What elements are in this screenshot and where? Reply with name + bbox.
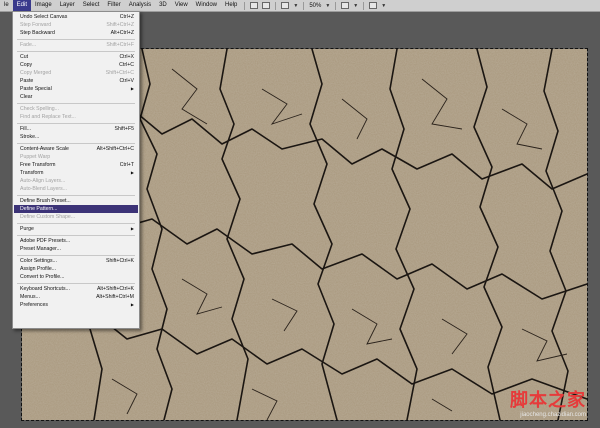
dropdown-icon[interactable]: ▼ xyxy=(323,3,332,9)
menu-separator xyxy=(17,223,135,224)
menu-item-convert-profile[interactable]: Convert to Profile... xyxy=(14,273,138,281)
menu-edit[interactable]: Edit xyxy=(12,0,32,11)
menu-item-content-aware-scale[interactable]: Content-Aware Scale Alt+Shift+Ctrl+C xyxy=(14,145,138,153)
menu-item-transform[interactable]: Transform ▶ xyxy=(14,169,138,177)
watermark-url: jiaocheng.chazidian.com xyxy=(520,412,586,418)
layout-icon[interactable] xyxy=(341,2,350,9)
menu-separator xyxy=(17,195,135,196)
screen-mode-icon[interactable] xyxy=(281,2,290,9)
menu-separator xyxy=(17,143,135,144)
menu-item-undo[interactable]: Undo Select Canvas Ctrl+Z xyxy=(14,13,138,21)
toolbar-divider xyxy=(275,1,277,10)
menu-separator xyxy=(17,235,135,236)
menu-item-check-spelling: Check Spelling... xyxy=(20,106,59,112)
menu-file[interactable]: le xyxy=(0,0,13,11)
submenu-arrow-icon: ▶ xyxy=(130,170,134,175)
menu-separator xyxy=(17,103,135,104)
menu-item-pdf-presets[interactable]: Adobe PDF Presets... xyxy=(14,237,138,245)
menu-image[interactable]: Image xyxy=(31,0,56,11)
menu-item-assign-profile[interactable]: Assign Profile... xyxy=(14,265,138,273)
menu-separator xyxy=(17,51,135,52)
menu-item-step-backward[interactable]: Step Backward Alt+Ctrl+Z xyxy=(14,29,138,37)
menu-item-preset-manager[interactable]: Preset Manager... xyxy=(14,245,138,253)
dropdown-icon[interactable]: ▼ xyxy=(291,3,300,9)
menu-item-auto-blend: Auto-Blend Layers... xyxy=(20,186,68,192)
menu-item-find-replace: Find and Replace Text... xyxy=(20,114,76,120)
menu-item-fade: Fade... Shift+Ctrl+F xyxy=(20,42,134,48)
menu-3d[interactable]: 3D xyxy=(155,0,171,11)
submenu-arrow-icon: ▶ xyxy=(130,302,134,307)
menu-select[interactable]: Select xyxy=(79,0,104,11)
menu-item-fill[interactable]: Fill... Shift+F5 xyxy=(14,125,138,133)
menu-item-define-custom-shape: Define Custom Shape... xyxy=(20,214,76,220)
dropdown-icon[interactable]: ▼ xyxy=(351,3,360,9)
menu-item-preferences[interactable]: Preferences ▶ xyxy=(14,301,138,309)
menu-item-auto-align: Auto-Align Layers... xyxy=(20,178,66,184)
menu-item-puppet-warp: Puppet Warp xyxy=(20,154,51,160)
menu-view[interactable]: View xyxy=(171,0,192,11)
dropdown-icon[interactable]: ▼ xyxy=(379,3,388,9)
layout-icon[interactable] xyxy=(262,2,271,9)
menu-item-free-transform[interactable]: Free Transform Ctrl+T xyxy=(14,161,138,169)
submenu-arrow-icon: ▶ xyxy=(130,86,134,91)
menu-window[interactable]: Window xyxy=(192,0,221,11)
watermark: 脚本之家 jiaocheng.chazidian.com xyxy=(510,386,586,418)
menu-separator xyxy=(17,123,135,124)
menu-separator xyxy=(17,283,135,284)
menu-item-cut[interactable]: Cut Ctrl+X xyxy=(14,53,138,61)
menu-help[interactable]: Help xyxy=(221,0,241,11)
menu-item-step-forward: Step Forward Shift+Ctrl+Z xyxy=(20,22,134,28)
menu-item-color-settings[interactable]: Color Settings... Shift+Ctrl+K xyxy=(14,257,138,265)
menu-analysis[interactable]: Analysis xyxy=(125,0,155,11)
menu-item-stroke[interactable]: Stroke... xyxy=(14,133,138,141)
menu-item-purge[interactable]: Purge ▶ xyxy=(14,225,138,233)
menu-item-keyboard-shortcuts[interactable]: Keyboard Shortcuts... Alt+Shift+Ctrl+K xyxy=(14,285,138,293)
watermark-title: 脚本之家 xyxy=(510,390,586,411)
menu-item-paste-special[interactable]: Paste Special ▶ xyxy=(14,85,138,93)
arrow-icon[interactable] xyxy=(250,2,259,9)
edit-menu-dropdown: Undo Select Canvas Ctrl+Z Step Forward Shi… xyxy=(12,11,140,329)
menu-item-define-brush[interactable]: Define Brush Preset... xyxy=(14,197,138,205)
screen-mode-icon[interactable] xyxy=(369,2,378,9)
menu-separator xyxy=(17,255,135,256)
menu-separator xyxy=(17,39,135,40)
menu-item-copy-merged: Copy Merged Shift+Ctrl+C xyxy=(20,70,134,76)
toolbar-divider xyxy=(363,1,365,10)
toolbar-divider xyxy=(244,1,246,10)
zoom-level[interactable]: 50% xyxy=(307,3,323,9)
submenu-arrow-icon: ▶ xyxy=(130,226,134,231)
menu-item-define-pattern[interactable]: Define Pattern... xyxy=(14,205,138,213)
menu-filter[interactable]: Filter xyxy=(103,0,124,11)
menu-item-clear[interactable]: Clear xyxy=(14,93,138,101)
menu-item-copy[interactable]: Copy Ctrl+C xyxy=(14,61,138,69)
toolbar-divider xyxy=(335,1,337,10)
menu-item-paste[interactable]: Paste Ctrl+V xyxy=(14,77,138,85)
menu-layer[interactable]: Layer xyxy=(56,0,79,11)
menu-item-menus[interactable]: Menus... Alt+Shift+Ctrl+M xyxy=(14,293,138,301)
toolbar-divider xyxy=(303,1,305,10)
